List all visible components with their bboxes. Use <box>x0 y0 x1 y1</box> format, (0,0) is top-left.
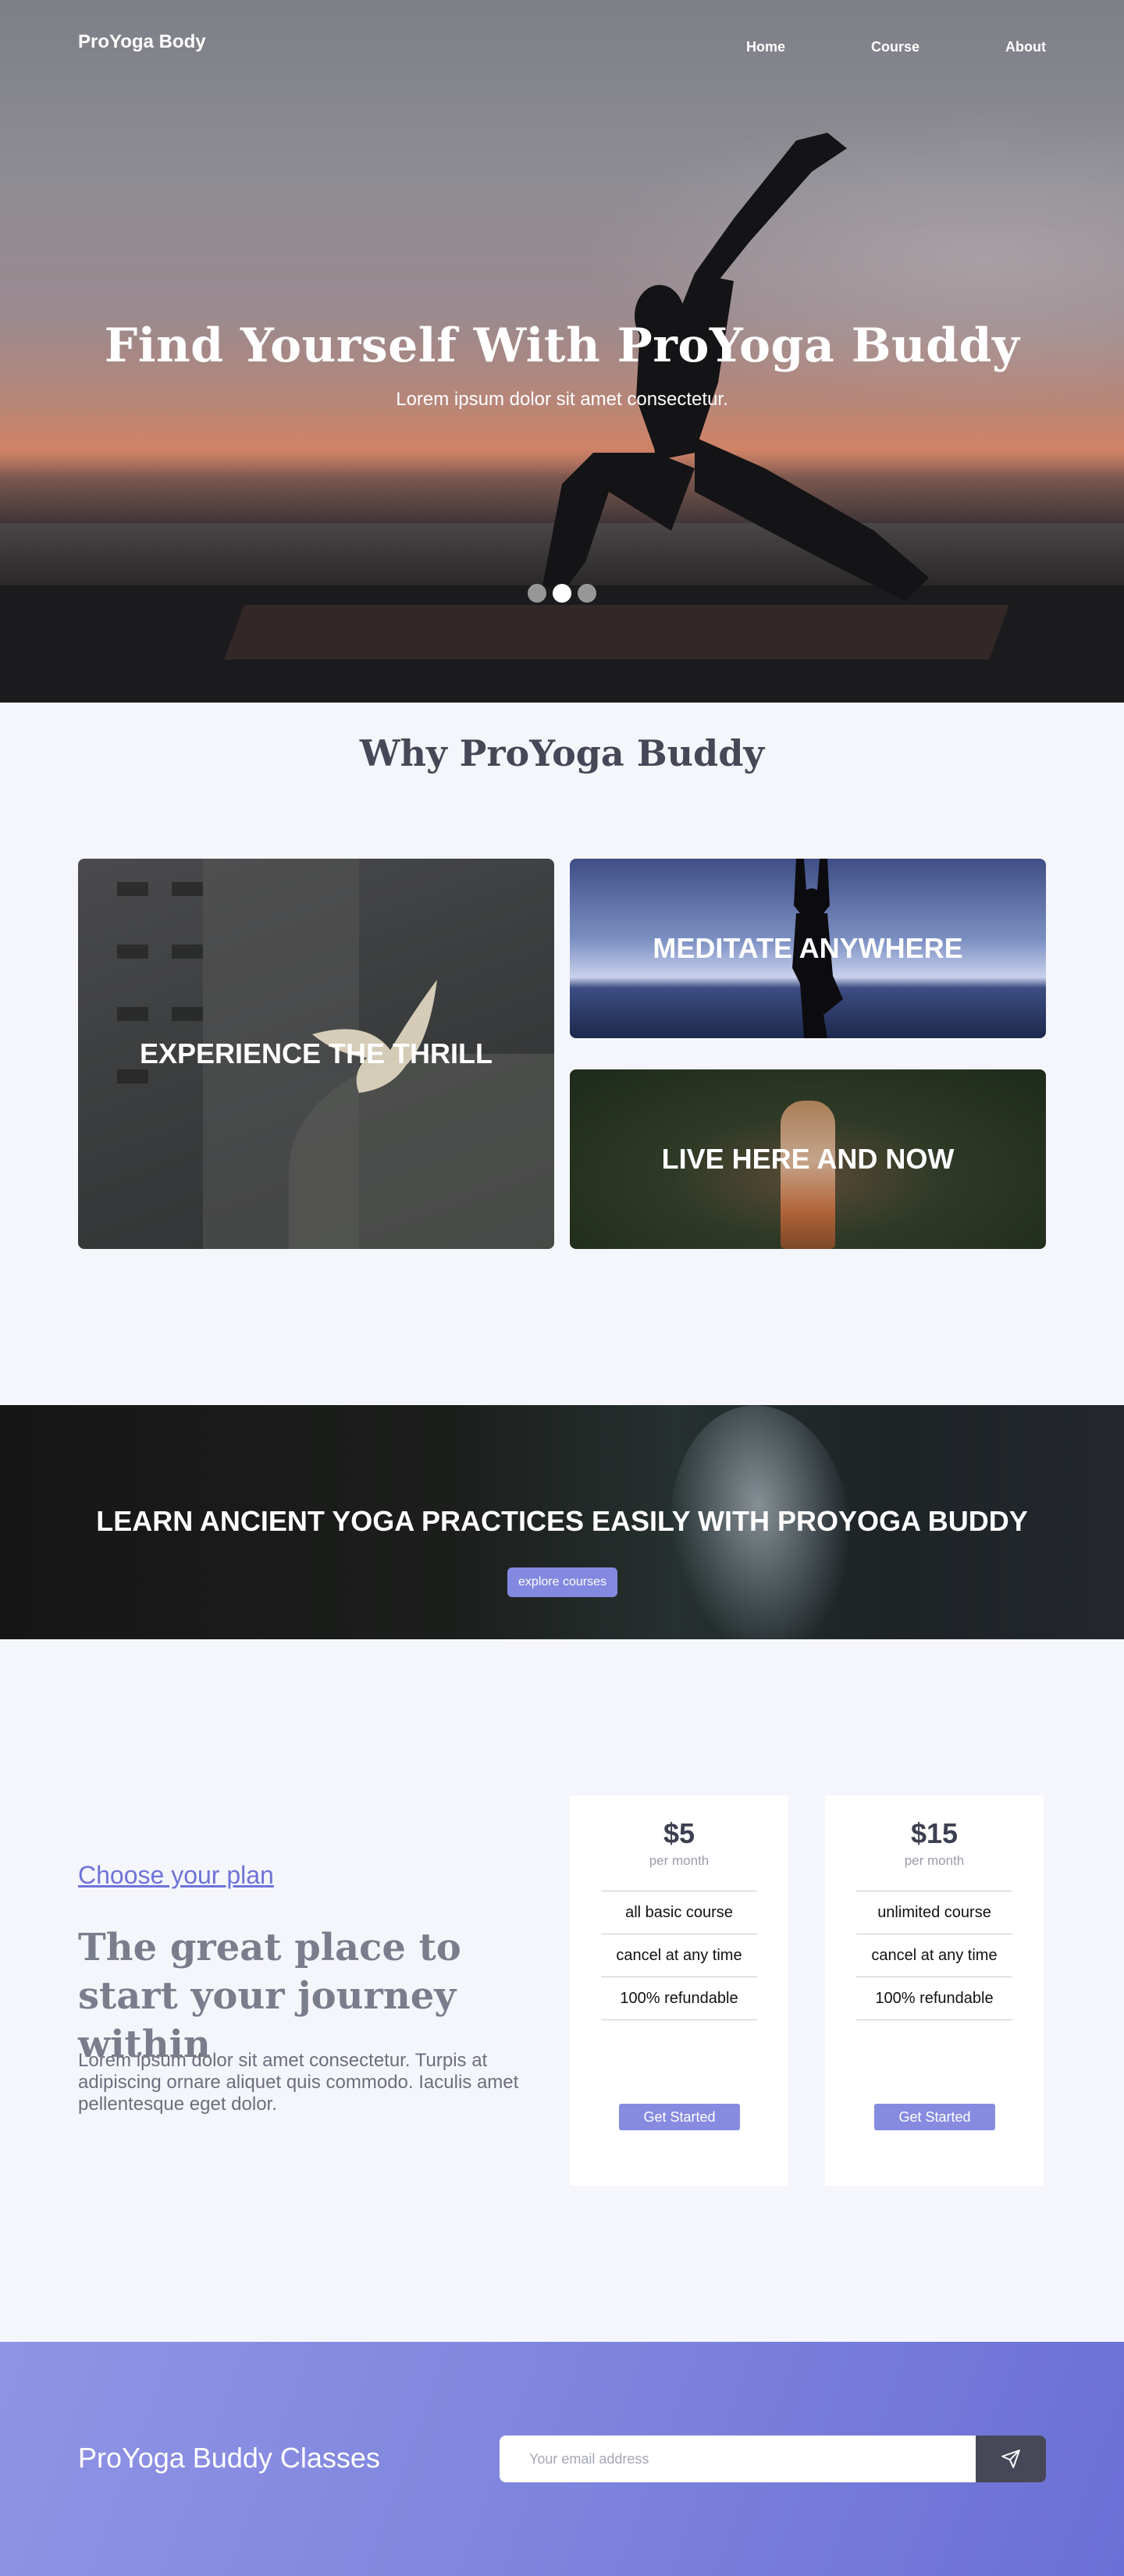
plan-feature: 100% refundable <box>856 1977 1012 2020</box>
plan-price: $15 <box>910 1817 959 1849</box>
hero-yoga-silhouette <box>542 133 929 601</box>
card-label-live: LIVE HERE AND NOW <box>661 1143 955 1175</box>
plan-description: Lorem ipsum dolor sit amet consectetur. … <box>78 2050 519 2115</box>
card-live-here-and-now[interactable]: LIVE HERE AND NOW <box>570 1069 1046 1249</box>
plan-period: per month <box>904 1853 965 1868</box>
site-logo[interactable]: ProYoga Body <box>78 31 206 53</box>
plan-card-basic: $5 per month all basic course cancel at … <box>570 1795 788 2186</box>
window-shape <box>117 945 148 959</box>
carousel-indicators <box>528 584 596 603</box>
nav-course[interactable]: Course <box>871 39 919 55</box>
send-button[interactable] <box>976 2435 1046 2482</box>
email-input[interactable] <box>500 2435 976 2482</box>
why-section-title: Why ProYoga Buddy <box>359 732 765 774</box>
banner-title: LEARN ANCIENT YOGA PRACTICES EASILY WITH… <box>96 1505 1028 1537</box>
card-experience-the-thrill[interactable]: EXPERIENCE THE THRILL <box>78 859 554 1249</box>
plan-features: all basic course cancel at any time 100%… <box>601 1891 757 2020</box>
hero-subtitle: Lorem ipsum dolor sit amet consectetur. <box>396 389 728 410</box>
courses-banner: LEARN ANCIENT YOGA PRACTICES EASILY WITH… <box>0 1405 1124 1639</box>
carousel-dot-1[interactable] <box>528 584 546 603</box>
card-meditate-anywhere[interactable]: MEDITATE ANYWHERE <box>570 859 1046 1038</box>
explore-courses-button[interactable]: explore courses <box>507 1567 617 1597</box>
plan-period: per month <box>649 1853 710 1868</box>
window-shape <box>117 882 148 896</box>
window-shape <box>117 1069 148 1083</box>
footer-title: ProYoga Buddy Classes <box>78 2442 380 2474</box>
card-label-thrill: EXPERIENCE THE THRILL <box>139 1037 493 1069</box>
hero-title: Find Yourself With ProYoga Buddy <box>104 318 1020 373</box>
get-started-button-unlimited[interactable]: Get Started <box>874 2104 995 2130</box>
newsletter-footer: ProYoga Buddy Classes <box>0 2342 1124 2576</box>
carousel-dot-3[interactable] <box>578 584 596 603</box>
hero-section: ProYoga Body Home Course About Find Your… <box>0 0 1124 703</box>
carousel-dot-2[interactable] <box>553 584 571 603</box>
card-label-meditate: MEDITATE ANYWHERE <box>653 932 963 964</box>
window-shape <box>172 945 203 959</box>
get-started-button-basic[interactable]: Get Started <box>619 2104 740 2130</box>
plan-feature: 100% refundable <box>601 1977 757 2020</box>
plan-features: unlimited course cancel at any time 100%… <box>856 1891 1012 2020</box>
plan-feature: cancel at any time <box>856 1934 1012 1977</box>
nav-about[interactable]: About <box>1005 39 1046 55</box>
plan-feature: all basic course <box>601 1891 757 1934</box>
choose-plan-link[interactable]: Choose your plan <box>78 1861 274 1890</box>
window-shape <box>172 1007 203 1021</box>
plan-section-title: The great place to start your journey wi… <box>78 1926 461 2066</box>
nav-home[interactable]: Home <box>746 39 785 55</box>
plan-feature: cancel at any time <box>601 1934 757 1977</box>
plan-card-unlimited: $15 per month unlimited course cancel at… <box>825 1795 1044 2186</box>
plan-price: $5 <box>663 1817 695 1849</box>
window-shape <box>172 882 203 896</box>
paper-plane-icon <box>1001 2450 1020 2468</box>
plan-feature: unlimited course <box>856 1891 1012 1934</box>
window-shape <box>117 1007 148 1021</box>
main-nav: Home Course About <box>660 39 1046 55</box>
